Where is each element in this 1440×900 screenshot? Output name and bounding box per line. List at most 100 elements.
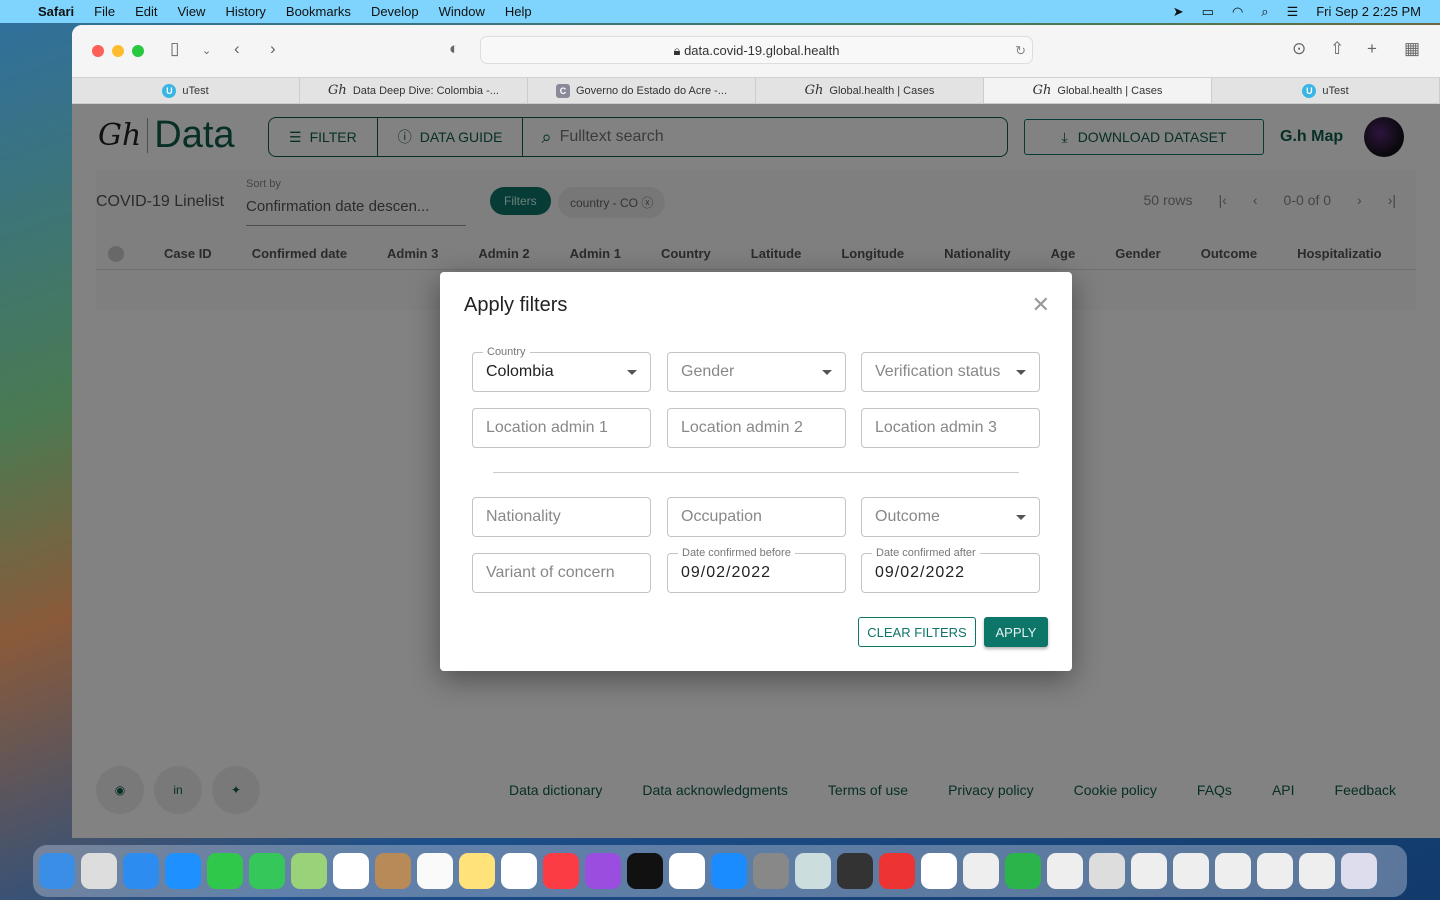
reload-icon[interactable]: ↻ xyxy=(1015,37,1026,64)
admin3-placeholder: Location admin 3 xyxy=(875,419,997,436)
date-confirmed-after-input[interactable]: Date confirmed after 09/02/2022 xyxy=(861,547,1040,593)
page-content: GhData ☰FILTER ⓘDATA GUIDE ⌕ ⤓DOWNLOAD D… xyxy=(72,104,1440,838)
lock-icon: 🔒︎ xyxy=(673,43,685,58)
messages-icon[interactable] xyxy=(249,853,285,889)
gh-favicon: Gh xyxy=(1032,83,1052,98)
minimized-window-icon[interactable] xyxy=(1089,853,1125,889)
tab-governo-acre[interactable]: C Governo do Estado do Acre -... xyxy=(528,78,756,103)
gh-favicon: Gh xyxy=(328,83,347,98)
menu-view[interactable]: View xyxy=(178,4,206,19)
tab-label: Governo do Estado do Acre -... xyxy=(575,84,728,97)
chevron-down-icon[interactable]: ⌄ xyxy=(202,44,211,57)
before-label: Date confirmed before xyxy=(678,547,795,559)
back-icon[interactable]: ‹ xyxy=(234,39,240,59)
contacts-icon[interactable] xyxy=(375,853,411,889)
minimized-window-icon[interactable] xyxy=(1299,853,1335,889)
tab-label: Global.health | Cases xyxy=(829,84,935,97)
apply-filters-dialog: Apply filters ✕ Country Colombia Gender V… xyxy=(440,272,1072,671)
forward-icon[interactable]: › xyxy=(270,39,276,59)
minimized-window-icon[interactable] xyxy=(1215,853,1251,889)
reminders-icon[interactable] xyxy=(417,853,453,889)
country-select[interactable]: Country Colombia xyxy=(472,346,651,392)
photos-icon[interactable] xyxy=(333,853,369,889)
location-admin3-input[interactable]: Location admin 3 xyxy=(861,408,1040,448)
battery-icon[interactable]: ▭ xyxy=(1202,4,1214,20)
menu-edit[interactable]: Edit xyxy=(135,4,157,19)
menu-develop[interactable]: Develop xyxy=(371,4,419,19)
maps-icon[interactable] xyxy=(291,853,327,889)
location-icon[interactable]: ➤ xyxy=(1173,4,1184,20)
location-admin2-input[interactable]: Location admin 2 xyxy=(667,408,846,448)
clock[interactable]: Fri Sep 2 2:25 PM xyxy=(1316,4,1421,19)
launchpad-icon[interactable] xyxy=(81,853,117,889)
gender-select[interactable]: Gender xyxy=(667,352,846,392)
tab-utest-2[interactable]: UuTest xyxy=(1212,78,1440,103)
after-label: Date confirmed after xyxy=(872,547,980,559)
wifi-icon[interactable]: ◠ xyxy=(1232,4,1243,20)
location-admin1-input[interactable]: Location admin 1 xyxy=(472,408,651,448)
close-icon[interactable]: ✕ xyxy=(1032,292,1050,318)
menu-window[interactable]: Window xyxy=(439,4,485,19)
roblox-icon[interactable] xyxy=(795,853,831,889)
calendar-icon[interactable] xyxy=(501,853,537,889)
script-editor-icon[interactable] xyxy=(1047,853,1083,889)
menu-help[interactable]: Help xyxy=(505,4,532,19)
mail-icon[interactable] xyxy=(123,853,159,889)
numbers-icon[interactable] xyxy=(1005,853,1041,889)
close-window-button[interactable] xyxy=(92,45,104,57)
console-icon[interactable] xyxy=(837,853,873,889)
apple-tv-icon[interactable] xyxy=(627,853,663,889)
sidebar-icon[interactable]: ▯ xyxy=(170,39,179,59)
trash-icon[interactable] xyxy=(1341,853,1377,889)
utest-favicon: U xyxy=(162,83,177,98)
variant-of-concern-input[interactable]: Variant of concern xyxy=(472,553,651,593)
downloads-icon[interactable]: ⊙ xyxy=(1292,39,1306,59)
utest-favicon: U xyxy=(1302,83,1317,98)
control-center-icon[interactable]: ☰ xyxy=(1287,4,1299,20)
dropdown-arrow-icon xyxy=(1016,370,1026,375)
outcome-select[interactable]: Outcome xyxy=(861,497,1040,537)
dropdown-arrow-icon xyxy=(627,370,637,375)
minimized-window-icon[interactable] xyxy=(1131,853,1167,889)
podcasts-icon[interactable] xyxy=(585,853,621,889)
zoom-window-button[interactable] xyxy=(132,45,144,57)
minimize-window-button[interactable] xyxy=(112,45,124,57)
after-value: 09/02/2022 xyxy=(875,564,966,581)
clear-filters-button[interactable]: CLEAR FILTERS xyxy=(858,617,976,647)
new-tab-icon[interactable]: + xyxy=(1367,39,1377,59)
date-confirmed-before-input[interactable]: Date confirmed before 09/02/2022 xyxy=(667,547,846,593)
spotlight-icon[interactable]: ⌕ xyxy=(1261,4,1268,20)
tab-utest[interactable]: UuTest xyxy=(72,78,300,103)
app-store-icon[interactable] xyxy=(711,853,747,889)
mail-client-icon[interactable] xyxy=(879,853,915,889)
nationality-input[interactable]: Nationality xyxy=(472,497,651,537)
url-text: data.covid-19.global.health xyxy=(684,43,840,58)
occupation-input[interactable]: Occupation xyxy=(667,497,846,537)
news-icon[interactable] xyxy=(669,853,705,889)
tab-data-deep-dive[interactable]: Gh Data Deep Dive: Colombia -... xyxy=(300,78,528,103)
safari-icon[interactable] xyxy=(165,853,201,889)
minimized-window-icon[interactable] xyxy=(1257,853,1293,889)
finder-icon[interactable] xyxy=(39,853,75,889)
address-bar[interactable]: 🔒︎ data.covid-19.global.health ↻ xyxy=(480,36,1033,64)
music-icon[interactable] xyxy=(543,853,579,889)
privacy-shield-icon[interactable]: ◐ xyxy=(449,39,459,59)
menu-history[interactable]: History xyxy=(225,4,265,19)
system-preferences-icon[interactable] xyxy=(753,853,789,889)
menu-app-safari[interactable]: Safari xyxy=(38,4,74,19)
menu-file[interactable]: File xyxy=(94,4,115,19)
tab-overview-icon[interactable]: ▦ xyxy=(1404,39,1420,59)
admin2-placeholder: Location admin 2 xyxy=(681,419,803,436)
notes-icon[interactable] xyxy=(459,853,495,889)
tab-global-health-cases-active[interactable]: Gh Global.health | Cases xyxy=(984,78,1212,103)
verification-status-select[interactable]: Verification status xyxy=(861,352,1040,392)
chrome-icon[interactable] xyxy=(921,853,957,889)
menu-bookmarks[interactable]: Bookmarks xyxy=(286,4,351,19)
facetime-icon[interactable] xyxy=(207,853,243,889)
tab-global-health-cases[interactable]: Gh Global.health | Cases xyxy=(756,78,984,103)
apply-button[interactable]: APPLY xyxy=(984,617,1048,647)
textedit-icon[interactable] xyxy=(963,853,999,889)
minimized-window-icon[interactable] xyxy=(1173,853,1209,889)
share-icon[interactable]: ⇧ xyxy=(1330,39,1344,59)
outcome-placeholder: Outcome xyxy=(875,508,940,525)
